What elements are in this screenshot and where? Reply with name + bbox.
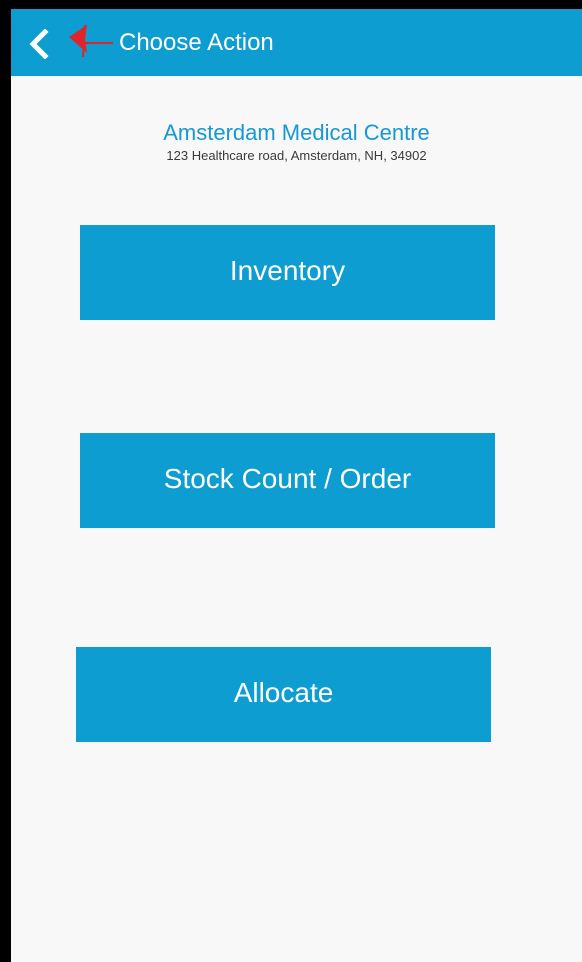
app-header: Choose Action [11, 9, 582, 76]
inventory-button[interactable]: Inventory [80, 225, 495, 320]
stock-count-order-button-label: Stock Count / Order [163, 462, 412, 494]
stock-count-order-button[interactable]: Stock Count / Order [80, 433, 495, 528]
facility-address: 123 Healthcare road, Amsterdam, NH, 3490… [166, 148, 427, 163]
allocate-button-label: Allocate [233, 676, 334, 708]
facility-name: Amsterdam Medical Centre [163, 120, 430, 145]
inventory-button-label: Inventory [229, 254, 346, 286]
page-title: Choose Action [119, 29, 274, 56]
device-frame: Choose Action Amsterdam Medical Centre 1… [0, 0, 582, 962]
chevron-left-icon [29, 28, 49, 60]
back-button[interactable] [25, 28, 55, 60]
allocate-button[interactable]: Allocate [76, 647, 491, 742]
annotation-arrow-icon [69, 24, 113, 58]
